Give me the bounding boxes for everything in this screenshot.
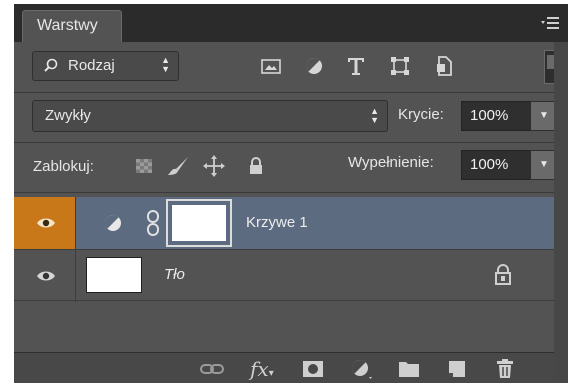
filter-smart-object-icon[interactable] — [432, 54, 456, 78]
layers-panel: Warstwy Rodzaj ▲ ▼ Zwykły ▲ ▼ Krycie: 10… — [14, 4, 568, 383]
panel-header: Warstwy — [14, 4, 568, 42]
layer-mask-frame[interactable] — [166, 199, 232, 247]
adjustment-layer-icon — [102, 212, 124, 239]
eye-icon — [37, 218, 55, 228]
lock-transparent-pixels-icon[interactable] — [132, 154, 156, 178]
updown-icon: ▲ ▼ — [370, 106, 379, 125]
layers-list: Krzywe 1 Tło — [14, 197, 554, 347]
filter-shape-icon[interactable] — [388, 54, 412, 78]
new-adjustment-icon[interactable] — [348, 357, 374, 381]
layers-scrollbar[interactable] — [554, 42, 568, 383]
layers-footer-toolbar: fx▾ — [14, 352, 554, 383]
eye-icon — [37, 271, 55, 281]
visibility-toggle[interactable] — [14, 197, 76, 249]
new-group-icon[interactable] — [396, 357, 422, 381]
panel-menu-icon[interactable] — [540, 16, 560, 30]
lock-image-pixels-icon[interactable] — [166, 154, 190, 178]
add-mask-icon[interactable] — [300, 357, 326, 381]
lock-position-icon[interactable] — [202, 154, 226, 178]
new-layer-icon[interactable] — [444, 357, 470, 381]
blend-mode-select[interactable]: Zwykły ▲ ▼ — [32, 100, 388, 132]
layer-lock-icon — [492, 263, 514, 292]
filter-pixel-icon[interactable] — [259, 54, 283, 78]
lock-all-icon[interactable] — [244, 154, 268, 178]
fill-label: Wypełnienie: — [348, 154, 434, 171]
layer-name[interactable]: Krzywe 1 — [246, 214, 308, 231]
opacity-input[interactable]: 100% — [461, 101, 531, 131]
lock-label: Zablokuj: — [33, 158, 94, 175]
layer-thumbnail — [86, 257, 142, 293]
fx-label: fx — [250, 357, 269, 381]
layer-row-curves[interactable]: Krzywe 1 — [14, 197, 554, 249]
layer-name[interactable]: Tło — [164, 266, 185, 283]
link-layers-icon[interactable] — [199, 357, 225, 381]
layers-tab[interactable]: Warstwy — [22, 10, 122, 42]
link-mask-icon[interactable] — [146, 209, 160, 242]
trash-icon[interactable] — [492, 357, 518, 381]
filter-adjustment-icon[interactable] — [302, 54, 326, 78]
updown-icon: ▲ ▼ — [161, 55, 170, 74]
search-icon — [43, 57, 59, 77]
opacity-label: Krycie: — [398, 106, 444, 123]
layer-row-background[interactable]: Tło — [14, 249, 554, 302]
layer-filter-select[interactable]: Rodzaj ▲ ▼ — [32, 51, 179, 81]
fx-icon[interactable]: fx▾ — [250, 357, 276, 381]
visibility-toggle[interactable] — [14, 250, 76, 302]
fill-input[interactable]: 100% — [461, 150, 531, 180]
layer-mask-thumbnail — [172, 205, 226, 241]
blend-mode-value: Zwykły — [45, 107, 91, 124]
filter-type-icon[interactable] — [344, 54, 368, 78]
layer-filter-label: Rodzaj — [68, 57, 115, 74]
